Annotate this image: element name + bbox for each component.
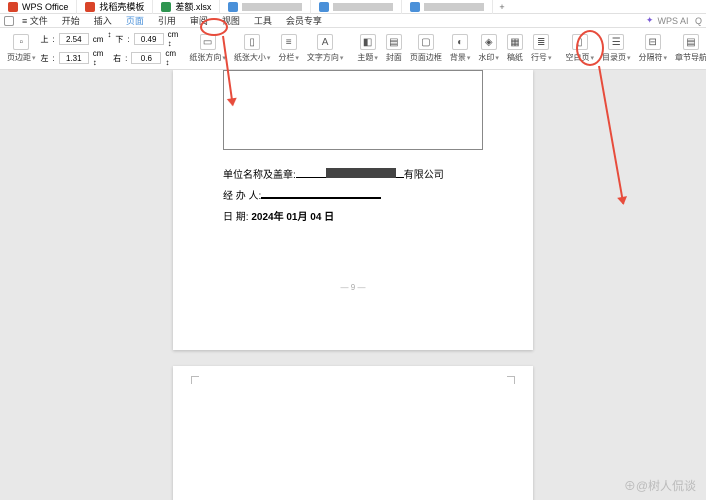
- cover-icon: ▤: [386, 34, 402, 50]
- new-tab-button[interactable]: +: [493, 2, 510, 12]
- line-number-tool[interactable]: ≣行号: [528, 34, 555, 63]
- border-tool[interactable]: ▢页面边框: [407, 34, 445, 63]
- paper-size-icon: ▯: [244, 34, 260, 50]
- menu-reference[interactable]: 引用: [152, 14, 182, 27]
- title-bar: WPS Office 找稻壳模板 差额.xlsx +: [0, 0, 706, 14]
- theme-icon: ◧: [360, 34, 376, 50]
- ribbon-toolbar: ▫ 页边距 上: cm ↕ 下: cm ↕ 左: cm ↕ 右: cm ↕ ▭纸…: [0, 28, 706, 70]
- columns-tool[interactable]: ≡分栏: [275, 34, 302, 63]
- tab-wps[interactable]: WPS Office: [0, 0, 77, 14]
- tab-doc-4[interactable]: [220, 0, 311, 14]
- content-box: [223, 70, 483, 150]
- line-num-icon: ≣: [533, 34, 549, 50]
- page-10[interactable]: [173, 366, 533, 500]
- background-tool[interactable]: ◐背景: [447, 34, 474, 63]
- chapter-nav-tool[interactable]: ▤章节导航: [672, 34, 706, 63]
- chapter-icon: ▤: [683, 34, 699, 50]
- page-number-label: — 9 —: [213, 283, 493, 292]
- tab-doc-5[interactable]: [311, 0, 402, 14]
- margin-bottom-input[interactable]: [134, 33, 164, 45]
- menu-bar: ≡ 文件 开始 插入 页面 引用 审阅 视图 工具 会员专享 ✦WPS AI Q: [0, 14, 706, 28]
- cover-tool[interactable]: ▤封面: [383, 34, 405, 63]
- blank-page-tool[interactable]: ▯空白页: [562, 34, 597, 63]
- columns-icon: ≡: [281, 34, 297, 50]
- wps-ai[interactable]: ✦WPS AI Q: [646, 15, 702, 26]
- tab-template[interactable]: 找稻壳模板: [77, 0, 153, 14]
- watermark-label: ⊕@树人侃谈: [624, 477, 696, 494]
- border-icon: ▢: [418, 34, 434, 50]
- tab-xlsx[interactable]: 差额.xlsx: [153, 0, 220, 14]
- toc-icon: ☰: [608, 34, 624, 50]
- app-menu-icon[interactable]: [4, 16, 14, 26]
- menu-tools[interactable]: 工具: [248, 14, 278, 27]
- toc-tool[interactable]: ☰目录页: [599, 34, 634, 63]
- menu-view[interactable]: 视图: [216, 14, 246, 27]
- file-icon: [228, 2, 238, 12]
- file-icon: [410, 2, 420, 12]
- ai-icon: ✦: [646, 15, 654, 26]
- menu-insert[interactable]: 插入: [88, 14, 118, 27]
- separator-tool[interactable]: ⊟分隔符: [635, 34, 670, 63]
- manuscript-tool[interactable]: ▦稿纸: [504, 34, 526, 63]
- background-icon: ◐: [452, 34, 468, 50]
- menu-page[interactable]: 页面: [120, 14, 150, 27]
- handler-field: 经 办 人:: [223, 187, 493, 202]
- margin-left-input[interactable]: [59, 52, 89, 64]
- margin-icon: ▫: [13, 34, 29, 50]
- page-9[interactable]: 单位名称及盖章: 有限公司 经 办 人: 日 期: 2024年 01月 04 日…: [173, 70, 533, 350]
- margin-inputs: 上: cm ↕ 下: cm ↕ 左: cm ↕ 右: cm ↕: [41, 30, 179, 67]
- menu-review[interactable]: 审阅: [184, 14, 214, 27]
- xls-icon: [161, 2, 171, 12]
- crop-mark-icon: [507, 376, 515, 384]
- crop-mark-icon: [191, 376, 199, 384]
- theme-tool[interactable]: ◧主题: [354, 34, 381, 63]
- blank-page-icon: ▯: [572, 34, 588, 50]
- doc-icon: [85, 2, 95, 12]
- margin-top-input[interactable]: [59, 33, 89, 45]
- manuscript-icon: ▦: [507, 34, 523, 50]
- watermark-tool[interactable]: ◈水印: [475, 34, 502, 63]
- text-direction-tool[interactable]: A文字方向: [304, 34, 347, 63]
- page-margin-tool[interactable]: ▫ 页边距: [4, 34, 39, 63]
- tab-doc-6[interactable]: [402, 0, 493, 14]
- separator-icon: ⊟: [645, 34, 661, 50]
- text-dir-icon: A: [317, 34, 333, 50]
- paper-size-tool[interactable]: ▯纸张大小: [231, 34, 274, 63]
- menu-file[interactable]: ≡ 文件: [16, 14, 54, 27]
- wps-icon: [8, 2, 18, 12]
- company-field: 单位名称及盖章: 有限公司: [223, 166, 493, 181]
- document-canvas[interactable]: 单位名称及盖章: 有限公司 经 办 人: 日 期: 2024年 01月 04 日…: [0, 70, 706, 500]
- menu-start[interactable]: 开始: [56, 14, 86, 27]
- date-field: 日 期: 2024年 01月 04 日: [223, 208, 493, 223]
- file-icon: [319, 2, 329, 12]
- paper-orientation-tool[interactable]: ▭纸张方向: [186, 34, 229, 63]
- watermark-icon: ◈: [481, 34, 497, 50]
- menu-member[interactable]: 会员专享: [280, 14, 328, 27]
- orientation-icon: ▭: [200, 34, 216, 50]
- margin-right-input[interactable]: [131, 52, 161, 64]
